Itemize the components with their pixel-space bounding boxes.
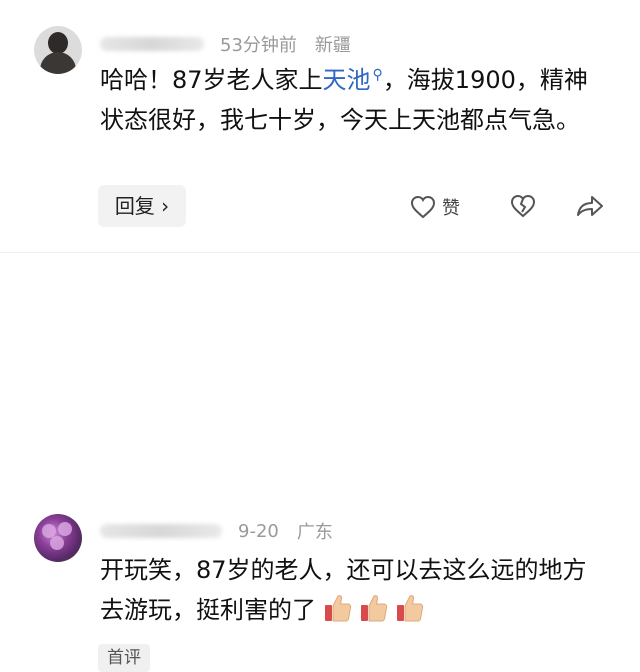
search-icon: ⚲ xyxy=(372,67,383,83)
avatar-head xyxy=(48,32,68,54)
avatar-flower-detail xyxy=(58,522,72,536)
comment-item-1: 53分钟前 新疆 哈哈！87岁老人家上天池 ⚲，海拔1900，精神状态很好，我七十… xyxy=(0,0,640,253)
share-arrow-icon xyxy=(577,196,603,216)
search-link[interactable]: 天池 ⚲ xyxy=(323,66,383,94)
comment-text: 开玩笑，87岁的老人，还可以去这么远的地方去游玩，挺利害的了 xyxy=(100,550,610,630)
avatar-flower-detail xyxy=(50,536,64,550)
comment-text: 哈哈！87岁老人家上天池 ⚲，海拔1900，精神状态很好，我七十岁，今天上天池都点… xyxy=(100,55,610,140)
comment-time: 53分钟前 xyxy=(220,35,297,56)
comment-text-part: 哈哈！87岁老人家上 xyxy=(100,66,323,94)
blurred-username[interactable] xyxy=(100,37,204,51)
avatar[interactable] xyxy=(34,514,82,562)
like-button[interactable]: 赞 xyxy=(410,194,460,220)
comment-meta: 9-20 广东 xyxy=(100,518,333,544)
dislike-button[interactable] xyxy=(510,194,536,222)
thumbs-up-emoji xyxy=(360,593,388,623)
comment-time: 9-20 xyxy=(238,520,279,542)
first-comment-badge: 首评 xyxy=(98,644,150,672)
avatar-body xyxy=(40,52,76,74)
like-label: 赞 xyxy=(442,198,460,219)
broken-heart-icon xyxy=(510,194,536,218)
search-link-label: 天池 xyxy=(322,66,371,94)
comment-meta: 53分钟前 新疆 xyxy=(100,31,351,57)
share-button[interactable] xyxy=(576,194,604,222)
comment-item-2: 9-20 广东 开玩笑，87岁的老人，还可以去这么远的地方去游玩，挺利害的了 首… xyxy=(0,252,640,672)
blurred-username[interactable] xyxy=(100,524,222,538)
comment-location: 广东 xyxy=(296,522,333,543)
thumbs-up-emoji xyxy=(324,593,352,623)
heart-outline-icon xyxy=(410,195,436,219)
thumbs-up-emoji xyxy=(396,593,424,623)
comment-location: 新疆 xyxy=(314,35,351,56)
reply-button[interactable]: 回复 › xyxy=(98,185,186,227)
avatar[interactable] xyxy=(34,26,82,74)
